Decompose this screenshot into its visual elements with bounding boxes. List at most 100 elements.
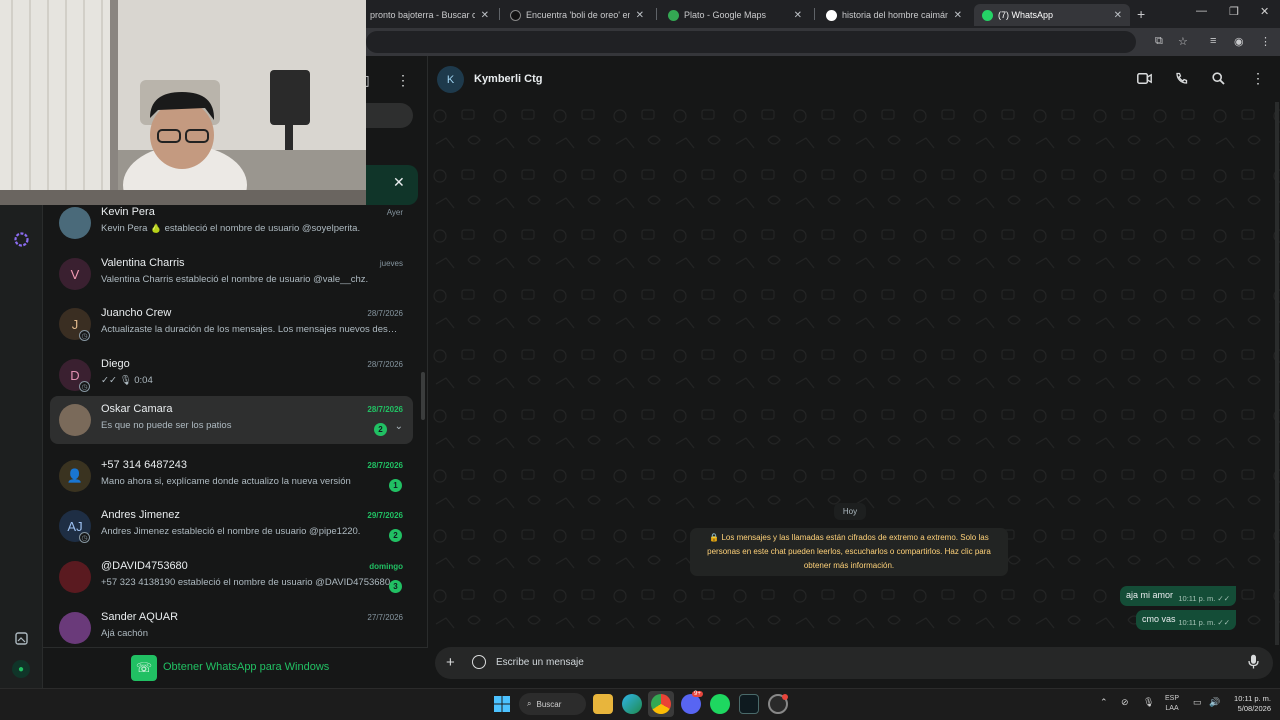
search-icon: ⌕ <box>527 699 532 708</box>
chat-preview: +57 323 4138190 estableció el nombre de … <box>101 577 393 588</box>
browser-tab-active[interactable]: (7) WhatsApp ✕ <box>974 4 1130 26</box>
chat-list-item[interactable]: Oskar Camara 28/7/2026 Es que no puede ser… <box>50 396 413 444</box>
minimize-icon[interactable]: — <box>1196 5 1207 17</box>
close-window-icon[interactable]: ✕ <box>1260 5 1269 18</box>
chat-list-item[interactable]: Kevin Pera Ayer Kevin Pera 🍐 estableció el… <box>50 199 413 247</box>
conversation-header <box>428 56 1280 102</box>
chat-preview: Andres Jimenez estableció el nombre de u… <box>101 526 361 537</box>
address-bar[interactable] <box>366 31 1136 53</box>
chat-list-scrollbar[interactable] <box>421 372 425 420</box>
search-chat-icon[interactable] <box>1212 72 1225 85</box>
chat-avatar: V <box>59 258 91 290</box>
browser-menu-icon[interactable]: ⋮ <box>1260 35 1271 48</box>
attach-plus-icon[interactable]: + <box>446 654 455 671</box>
chat-timestamp: domingo <box>369 562 403 571</box>
close-tab-icon[interactable]: ✕ <box>1114 10 1122 21</box>
taskbar-search-label: Buscar <box>536 699 562 709</box>
chat-list-item[interactable]: AJ ◷ Andres Jimenez 29/7/2026 Andres Jimenez… <box>50 502 413 550</box>
chat-preview: Kevin Pera 🍐 estableció el nombre de usu… <box>101 223 361 234</box>
restore-icon[interactable]: ❐ <box>1229 5 1239 18</box>
keyboard-layout: LAA <box>1165 705 1179 712</box>
chat-avatar <box>59 207 91 239</box>
chat-preview: Ajá cachón <box>101 628 149 639</box>
spotify-icon[interactable] <box>710 694 730 714</box>
unread-count-badge: 2 <box>374 423 387 436</box>
message-text: cmo vas <box>1142 614 1176 624</box>
input-language[interactable]: ESP LAA <box>1165 694 1179 714</box>
encryption-notice[interactable]: 🔒 Los mensajes y las llamadas están cifr… <box>690 528 1008 576</box>
message-text: aja mi amor <box>1126 590 1174 600</box>
system-clock[interactable]: 10:11 p. m. 5/08/2026 <box>1227 694 1271 714</box>
disappearing-timer-icon: ◷ <box>79 381 90 392</box>
chat-avatar <box>59 612 91 644</box>
message-time: 10:11 p. m. <box>1178 618 1216 627</box>
microphone-icon[interactable] <box>1248 654 1259 669</box>
clock-date: 5/08/2026 <box>1237 704 1271 713</box>
show-hidden-icons[interactable]: ⌃ <box>1100 697 1108 708</box>
chat-name: Diego <box>101 358 130 370</box>
discord-badge: 9+ <box>692 691 703 697</box>
tiktok-favicon-icon <box>510 9 521 21</box>
chevron-down-icon[interactable]: ⌄ <box>395 421 403 432</box>
conversation-menu-icon[interactable]: ⋮ <box>1251 70 1265 87</box>
discord-icon[interactable] <box>681 694 701 714</box>
chat-list-menu-icon[interactable]: ⋮ <box>396 72 410 89</box>
unread-count-badge: 3 <box>389 580 402 593</box>
display-icon[interactable]: ▭ <box>1193 697 1202 708</box>
chat-timestamp: 27/7/2026 <box>367 613 403 622</box>
outgoing-message[interactable]: cmo vas 10:11 p. m. ✓✓ <box>1136 610 1236 630</box>
double-check-icon: ✓✓ <box>1217 618 1230 627</box>
tab-title: (7) WhatsApp <box>998 10 1054 20</box>
whatsapp-favicon-icon <box>982 9 993 21</box>
browser-tab[interactable]: historia del hombre caimán - B ✕ <box>818 4 970 26</box>
chat-list-item[interactable]: Sander AQUAR 27/7/2026 Ajá cachón <box>50 604 413 652</box>
chat-preview: Actualizaste la duración de los mensajes… <box>101 324 401 335</box>
meta-ai-icon[interactable] <box>14 232 29 247</box>
emoji-sticker-icon[interactable] <box>472 655 486 669</box>
browser-tab[interactable]: Encuentra 'boli de oreo' en TikT ✕ <box>502 4 652 26</box>
media-gallery-icon[interactable] <box>14 631 29 646</box>
close-tab-icon[interactable]: ✕ <box>794 10 802 21</box>
profile-avatar-icon[interactable]: ● <box>12 660 30 678</box>
close-tab-icon[interactable]: ✕ <box>954 10 962 21</box>
search-input[interactable] <box>366 103 413 128</box>
browser-tab[interactable]: Plato - Google Maps ✕ <box>660 4 810 26</box>
profile-icon[interactable]: ◉ <box>1234 35 1244 48</box>
microphone-tray-icon[interactable]: 🎙 <box>1143 697 1154 708</box>
contact-avatar[interactable]: K <box>437 66 464 93</box>
bookmark-star-icon[interactable]: ☆ <box>1178 35 1188 48</box>
chat-name: Andres Jimenez <box>101 509 180 521</box>
get-app-link[interactable]: Obtener WhatsApp para Windows <box>163 661 329 673</box>
chat-list-item[interactable]: J ◷ Juancho Crew 28/7/2026 Actualizaste la d… <box>50 300 413 348</box>
windows-start-icon[interactable] <box>494 696 510 712</box>
chat-avatar: 👤 <box>59 460 91 492</box>
contact-name[interactable]: Kymberli Ctg <box>474 73 542 85</box>
chat-list-item[interactable]: @DAVID4753680 domingo +57 323 4138190 esta… <box>50 553 413 601</box>
close-banner-icon[interactable]: ✕ <box>393 174 405 191</box>
outgoing-message[interactable]: aja mi amor 10:11 p. m. ✓✓ <box>1120 586 1236 606</box>
chat-preview: Es que no puede ser los patios <box>101 420 232 431</box>
chat-name: Kevin Pera <box>101 206 155 218</box>
video-call-icon[interactable] <box>1137 73 1152 84</box>
message-scrollbar[interactable] <box>1275 102 1279 645</box>
chat-preview: Valentina Charris estableció el nombre d… <box>101 274 369 285</box>
chat-list-item[interactable]: D ◷ Diego 28/7/2026 ✓✓ 🎙 0:04 <box>50 351 413 399</box>
browser-tab[interactable]: pronto bajoterra - Buscar con G ✕ <box>362 4 497 26</box>
edge-browser-icon[interactable] <box>622 694 642 714</box>
close-tab-icon[interactable]: ✕ <box>636 10 644 21</box>
file-explorer-icon[interactable] <box>593 694 613 714</box>
taskbar-search[interactable]: ⌕ Buscar <box>519 693 586 715</box>
whatsapp-logo-icon: ☏ <box>131 655 157 681</box>
voice-call-icon[interactable] <box>1175 72 1188 85</box>
chat-list-item[interactable]: 👤 +57 314 6487243 28/7/2026 Mano ahora si, … <box>50 452 413 500</box>
message-input[interactable] <box>496 651 1216 673</box>
chat-timestamp: Ayer <box>386 208 403 217</box>
close-tab-icon[interactable]: ✕ <box>481 10 489 21</box>
new-tab-button[interactable]: + <box>1137 6 1145 22</box>
network-off-icon[interactable]: ⊘ <box>1121 697 1129 708</box>
capcut-icon[interactable] <box>739 694 759 714</box>
volume-icon[interactable]: 🔊 <box>1209 697 1220 708</box>
media-control-icon[interactable]: ≡ <box>1210 35 1216 47</box>
install-app-icon[interactable]: ⧉ <box>1155 35 1163 48</box>
chat-list-item[interactable]: V Valentina Charris jueves Valentina Charri… <box>50 250 413 298</box>
